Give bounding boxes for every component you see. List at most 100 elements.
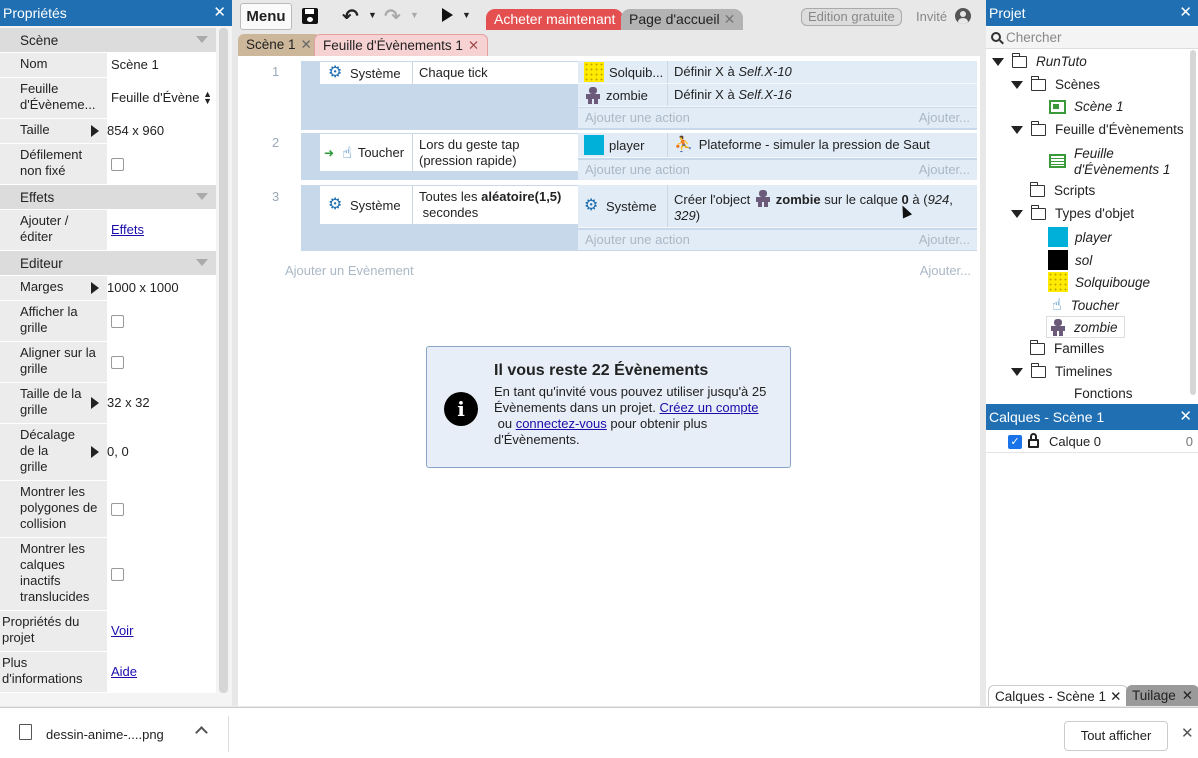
login-link[interactable]: connectez-vous <box>516 416 607 431</box>
close-icon[interactable]: ✕ <box>1182 688 1193 703</box>
tree-item-player[interactable]: player <box>1048 227 1112 247</box>
event-row[interactable]: ⚙ Système Toutes les aléatoire(1,5) secon… <box>301 185 977 251</box>
add-event-more-button[interactable]: Ajouter... <box>920 263 971 278</box>
close-icon[interactable]: ✕ <box>468 38 479 53</box>
event-row[interactable]: ⚙ Système Chaque tick Solquib... Définir … <box>301 61 977 130</box>
tree-item-functions[interactable]: Fonctions <box>1074 386 1133 398</box>
action-text[interactable]: Définir X à Self.X-16 <box>668 84 977 106</box>
condition-object[interactable]: ➜ ☝ Toucher <box>320 134 413 171</box>
close-icon[interactable]: ✕ <box>301 37 312 52</box>
redo-icon[interactable]: ↷ <box>384 4 401 29</box>
actions-area[interactable]: ⚙ Système Créer l'object zombie sur le ca… <box>578 185 977 251</box>
tree-item-solquibouge[interactable]: Solquibouge <box>1048 272 1150 292</box>
collapse-icon[interactable] <box>1011 367 1023 376</box>
action-object[interactable]: ⚙ Système <box>578 185 668 227</box>
condition-text[interactable]: Lors du geste tap (pression rapide) <box>413 134 578 171</box>
section-scene[interactable]: Scène <box>0 28 216 53</box>
collapse-icon[interactable] <box>1011 209 1023 218</box>
tree-item-families[interactable]: Familles <box>1029 339 1104 356</box>
collapse-icon[interactable] <box>196 193 208 200</box>
collapse-icon[interactable] <box>1011 125 1023 134</box>
tree-item-event-sheet-1[interactable]: Feuille d'Évènements 1 <box>1049 146 1174 178</box>
layer-row[interactable]: ✓ Calque 0 0 <box>986 431 1198 453</box>
create-account-link[interactable]: Créez un compte <box>660 400 759 415</box>
section-editor[interactable]: Editeur <box>0 251 216 276</box>
download-file-name[interactable]: dessin-anime-....png <box>46 727 164 742</box>
layer-visible-checkbox[interactable]: ✓ <box>1008 434 1022 449</box>
tree-item-timelines[interactable]: Timelines <box>1011 362 1112 379</box>
condition-object[interactable]: ⚙ Système <box>320 62 413 84</box>
conditions-area[interactable]: ➜ ☝ Toucher Lors du geste tap (pression ra… <box>301 133 578 180</box>
user-avatar-icon[interactable] <box>955 8 971 24</box>
margins-value[interactable]: 1000 x 1000 <box>91 276 216 300</box>
condition[interactable]: ⚙ Système Chaque tick <box>320 62 578 84</box>
free-edition-badge[interactable]: Edition gratuite <box>801 8 902 26</box>
conditions-area[interactable]: ⚙ Système Toutes les aléatoire(1,5) secon… <box>301 185 578 251</box>
action[interactable]: zombie Définir X à Self.X-16 <box>578 84 977 107</box>
actions-area[interactable]: player ⛹ Plateforme - simuler la pression… <box>578 133 977 180</box>
add-more-button[interactable]: Ajouter... <box>919 230 970 250</box>
save-icon[interactable] <box>302 8 318 24</box>
project-search-input[interactable]: Chercher <box>986 27 1198 49</box>
action-object[interactable]: Solquib... <box>578 61 668 83</box>
expand-arrow-icon[interactable] <box>91 125 99 137</box>
close-icon[interactable]: ✕ <box>1179 0 1192 26</box>
action-text[interactable]: Définir X à Self.X-10 <box>668 61 977 83</box>
collapse-icon[interactable] <box>1011 80 1023 89</box>
home-page-tab[interactable]: Page d'accueil ✕ <box>621 9 744 30</box>
effects-link[interactable]: Effets <box>111 222 144 238</box>
action[interactable]: ⚙ Système Créer l'object zombie sur le ca… <box>578 185 977 228</box>
snap-grid-checkbox[interactable] <box>111 355 124 369</box>
close-icon[interactable]: ✕ <box>1181 724 1194 742</box>
collapse-icon[interactable] <box>992 57 1004 66</box>
play-dropdown-icon[interactable]: ▼ <box>462 10 471 20</box>
action-object[interactable]: player <box>578 133 668 157</box>
tab-layers[interactable]: Calques - Scène 1 ✕ <box>988 685 1129 706</box>
guest-label[interactable]: Invité <box>916 9 947 24</box>
chevron-up-icon[interactable] <box>195 726 208 739</box>
event-row[interactable]: ➜ ☝ Toucher Lors du geste tap (pression ra… <box>301 133 977 180</box>
undo-dropdown-icon[interactable]: ▼ <box>368 10 377 20</box>
action-text[interactable]: Créer l'object zombie sur le calque 0 à … <box>668 185 977 227</box>
section-effects[interactable]: Effets <box>0 185 216 210</box>
close-icon[interactable]: ✕ <box>1179 404 1192 430</box>
play-icon[interactable] <box>442 8 453 22</box>
help-link[interactable]: Aide <box>111 664 137 680</box>
scroll-checkbox[interactable] <box>111 157 124 171</box>
action-object[interactable]: zombie <box>578 84 668 106</box>
close-icon[interactable]: ✕ <box>1110 689 1121 704</box>
grid-offset-value[interactable]: 0, 0 <box>91 424 216 480</box>
show-grid-checkbox[interactable] <box>111 314 124 328</box>
tree-item-sol[interactable]: sol <box>1048 250 1092 270</box>
expand-arrow-icon[interactable] <box>91 282 99 294</box>
condition[interactable]: ➜ ☝ Toucher Lors du geste tap (pression ra… <box>320 134 578 171</box>
tree-item-zombie[interactable]: zombie <box>1046 316 1125 338</box>
lock-icon[interactable] <box>1028 433 1039 448</box>
add-action-button[interactable]: Ajouter une action <box>585 108 690 128</box>
condition[interactable]: ⚙ Système Toutes les aléatoire(1,5) secon… <box>320 186 578 224</box>
add-event-button[interactable]: Ajouter un Evènement <box>285 263 414 278</box>
show-all-button[interactable]: Tout afficher <box>1064 721 1168 751</box>
sheet-select[interactable]: Feuille d'Évène ▲ ▼ <box>107 78 216 118</box>
action[interactable]: Solquib... Définir X à Self.X-10 <box>578 61 977 84</box>
action[interactable]: player ⛹ Plateforme - simuler la pression… <box>578 133 977 158</box>
condition-text[interactable]: Toutes les aléatoire(1,5) secondes <box>413 186 578 224</box>
tab-scene[interactable]: Scène 1 ✕ <box>238 34 320 56</box>
tree-item-object-types[interactable]: Types d'objet <box>1011 204 1134 221</box>
view-project-link[interactable]: Voir <box>111 623 133 639</box>
inactive-layers-checkbox[interactable] <box>111 567 124 581</box>
grid-size-value[interactable]: 32 x 32 <box>91 383 216 423</box>
tab-tiling[interactable]: Tuilage ✕ <box>1126 685 1198 706</box>
expand-arrow-icon[interactable] <box>91 446 99 458</box>
add-more-button[interactable]: Ajouter... <box>919 108 970 128</box>
buy-now-button[interactable]: Acheter maintenant <box>486 9 624 30</box>
close-icon[interactable]: ✕ <box>213 0 226 26</box>
tree-item-scripts[interactable]: Scripts <box>1029 181 1095 198</box>
add-more-button[interactable]: Ajouter... <box>919 160 970 180</box>
tree-item-event-sheets[interactable]: Feuille d'Évènements <box>1011 120 1184 137</box>
actions-area[interactable]: Solquib... Définir X à Self.X-10 zombie … <box>578 61 977 130</box>
collapse-icon[interactable] <box>196 259 208 266</box>
condition-text[interactable]: Chaque tick <box>413 62 578 84</box>
size-value[interactable]: 854 x 960 <box>91 119 216 143</box>
menu-button[interactable]: Menu <box>240 3 292 30</box>
